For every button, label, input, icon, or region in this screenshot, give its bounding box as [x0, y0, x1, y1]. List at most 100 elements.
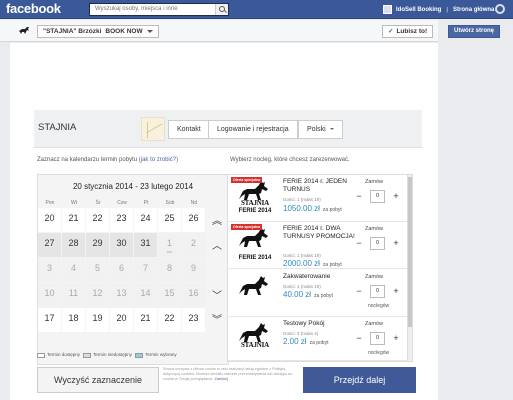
offer-title[interactable]: Testowy Pokój [283, 320, 361, 328]
calendar-day[interactable]: 31 [134, 233, 158, 258]
calendar-day[interactable]: 6 [110, 258, 134, 283]
clear-selection-button[interactable]: Wyczyść zaznaczenie [37, 367, 159, 393]
like-button[interactable]: ✓ Lubisz to! [382, 25, 434, 38]
plus-button[interactable]: + [389, 332, 403, 345]
quantity-stepper: −0 + [352, 332, 404, 345]
calendar-day-number: 19 [92, 313, 103, 323]
calendar-day[interactable]: 3 [38, 258, 62, 283]
calendar-day[interactable]: 12 [86, 283, 110, 308]
calendar-day[interactable]: 21 [134, 308, 158, 333]
double-chevron-up-icon[interactable]: ︽ [206, 210, 228, 234]
facebook-user-nav: IdoSell Booking | Strona główna [383, 5, 494, 14]
offer-title[interactable]: FERIE 2014 r. DWA TURNUSY PROMOCJA! [283, 225, 361, 241]
calendar-day[interactable]: 23 [110, 208, 134, 233]
facebook-search-input[interactable]: Wyszukaj osoby, miejsca i inne [89, 3, 229, 16]
calendar-day[interactable]: 8 [158, 258, 182, 283]
calendar-day[interactable]: 25 [158, 208, 182, 233]
calendar-day[interactable]: 7 [134, 258, 158, 283]
calendar-day[interactable]: 13 [110, 283, 134, 308]
quantity-input[interactable]: 0 [370, 285, 385, 298]
order-label: Zamów [365, 226, 384, 232]
offer-title[interactable]: FERIE 2014 r. JEDEN TURNUS [283, 178, 361, 194]
calendar-day[interactable]: 19 [86, 308, 110, 333]
avatar[interactable] [383, 5, 392, 14]
calendar-day-number: 27 [44, 238, 55, 248]
calendar-day[interactable]: 9 [182, 258, 206, 283]
offers-scrollbar[interactable] [407, 174, 413, 362]
user-name-link[interactable]: IdoSell Booking [396, 7, 441, 13]
calendar-day[interactable]: 14 [134, 283, 158, 308]
calendar-day[interactable]: 15 [158, 283, 182, 308]
offer-image[interactable]: Oferta specjalna STAJNIA FERIE 2014 [231, 177, 278, 217]
cookie-close-link[interactable]: Zamknij [215, 377, 228, 381]
calendar-day[interactable]: 1 lut [158, 233, 182, 258]
calendar-day[interactable]: 27 [38, 233, 62, 258]
login-register-button[interactable]: Logowanie i rejestracja [208, 120, 298, 139]
calendar-day[interactable]: 21 [62, 208, 86, 233]
minus-button[interactable]: − [352, 332, 366, 345]
next-step-button[interactable]: Przejdź dalej [303, 367, 416, 393]
calendar-day[interactable]: 30 [110, 233, 134, 258]
offer-price-unit: za pobyt [309, 340, 329, 346]
create-page-button[interactable]: Utwórz stronę [448, 25, 501, 38]
shop-header: STAJNIA Kontakt Logowanie i rejestracja … [34, 110, 422, 148]
double-chevron-down-icon[interactable]: ︾ [206, 309, 228, 333]
chevron-down-icon[interactable]: ﹀ [206, 285, 228, 309]
calendar-day[interactable]: 22 [158, 308, 182, 333]
minus-button[interactable]: − [352, 285, 366, 298]
language-select[interactable]: Polski [298, 120, 343, 139]
quantity-input[interactable]: 0 [370, 237, 385, 250]
offer-price-unit: za pobyt [322, 207, 342, 213]
plus-button[interactable]: + [389, 285, 403, 298]
offer-title[interactable]: Zakwaterowanie [283, 273, 361, 281]
calendar-day-number: 11 [68, 288, 79, 298]
plus-button[interactable]: + [389, 237, 403, 250]
offer-price-value: 2.00 zł [283, 337, 307, 346]
minus-button[interactable]: − [352, 237, 366, 250]
page-tab-selector[interactable]: "STAJNIA" Brzózki BOOK NOW [37, 25, 159, 38]
calendar-day[interactable]: 23 [182, 308, 206, 333]
facebook-logo[interactable]: facebook [6, 1, 61, 16]
calendar-day[interactable]: 2 [182, 233, 206, 258]
calendar-day[interactable]: 17 [38, 308, 62, 333]
calendar-day-number: 18 [68, 313, 79, 323]
calendar-day[interactable]: 5 [86, 258, 110, 283]
calendar-day[interactable]: 24 [134, 208, 158, 233]
calendar-day-number: 4 [70, 263, 76, 273]
contact-button[interactable]: Kontakt [168, 120, 210, 139]
plus-button[interactable]: + [389, 190, 403, 203]
offer-image[interactable]: STAJNIA [231, 319, 278, 359]
offer-image[interactable] [231, 272, 278, 312]
offer-image[interactable]: Oferta specjalna FERIE 2014 [231, 224, 278, 264]
calendar-day[interactable]: 29 [86, 233, 110, 258]
offer-guests: Gości: 1 (maks 19) [283, 197, 321, 202]
offer-price-value: 2000.00 zł [283, 259, 320, 268]
calendar-day[interactable]: 26 [182, 208, 206, 233]
legend-swatch-unavailable [83, 352, 92, 358]
quantity-input[interactable]: 0 [370, 332, 385, 345]
how-to-link[interactable]: (jak to zrobić?) [139, 157, 178, 163]
settings-gear-icon[interactable] [495, 4, 505, 14]
chevron-up-icon[interactable]: ︿ [206, 235, 228, 259]
map-icon[interactable] [141, 117, 165, 141]
calendar-day[interactable]: 10 [38, 283, 62, 308]
facebook-top-bar: facebook Wyszukaj osoby, miejsca i inne … [0, 0, 513, 19]
chevron-down-icon [329, 128, 334, 131]
minus-button[interactable]: − [352, 190, 366, 203]
search-icon[interactable] [215, 4, 228, 15]
calendar-day[interactable]: 28 [62, 233, 86, 258]
calendar-day-number: 29 [92, 238, 103, 248]
calendar-day[interactable]: 18 [62, 308, 86, 333]
offer-price-value: 40.00 zł [283, 290, 312, 299]
calendar-day[interactable]: 16 [182, 283, 206, 308]
calendar-day[interactable]: 22 [86, 208, 110, 233]
calendar-day[interactable]: 20 [110, 308, 134, 333]
calendar-day[interactable]: 20 [38, 208, 62, 233]
calendar-day[interactable]: 11 [62, 283, 86, 308]
offer-price-unit: za pobyt [322, 262, 342, 268]
nav-separator: | [446, 6, 449, 13]
calendar-day[interactable]: 4 [62, 258, 86, 283]
quantity-input[interactable]: 0 [370, 190, 385, 203]
home-link[interactable]: Strona główna [453, 7, 494, 13]
scrollbar-thumb[interactable] [408, 177, 412, 327]
